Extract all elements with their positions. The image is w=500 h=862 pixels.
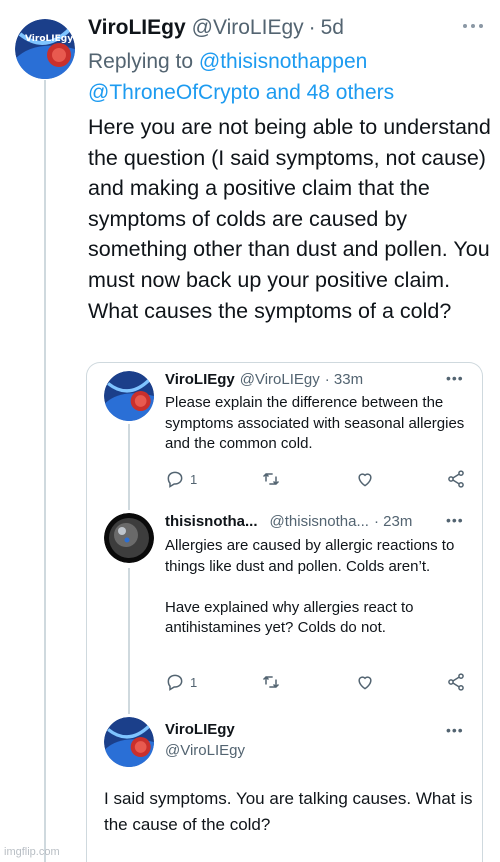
thread-line	[128, 424, 130, 510]
replying-others-link[interactable]: and 48 others	[260, 81, 394, 104]
quote-body: Please explain the difference between th…	[165, 394, 465, 452]
thread-line	[128, 568, 130, 714]
author-name[interactable]: thisisnotha...	[165, 513, 258, 530]
svg-text:ViroLIEgy: ViroLIEgy	[25, 34, 73, 44]
author-name[interactable]: ViroLIEgy	[165, 721, 235, 738]
more-horizontal-icon[interactable]: •••	[446, 512, 464, 528]
quote-header: ViroLIEgy	[165, 721, 235, 738]
quote-body: I said symptoms. You are talking causes.…	[104, 789, 473, 834]
reply-icon	[167, 674, 183, 691]
retweet-button[interactable]	[261, 672, 281, 692]
share-icon	[448, 673, 464, 691]
avatar[interactable]	[104, 717, 154, 767]
author-name[interactable]: ViroLIEgy	[165, 371, 235, 388]
replying-link-1[interactable]: @thisisnothappen	[199, 50, 367, 73]
author-handle[interactable]: @thisisnotha...	[270, 513, 369, 530]
heart-icon	[358, 473, 372, 487]
avatar[interactable]	[104, 513, 154, 563]
share-button[interactable]	[446, 469, 466, 489]
like-button[interactable]	[355, 469, 375, 489]
more-horizontal-icon[interactable]: •••	[446, 370, 464, 386]
tweet-body: Here you are not being able to understan…	[88, 115, 491, 323]
share-button[interactable]	[446, 672, 466, 692]
thread-line	[44, 80, 46, 862]
more-horizontal-icon[interactable]: •••	[446, 722, 464, 738]
reply-icon	[167, 471, 183, 488]
author-handle[interactable]: @ViroLIEgy	[192, 16, 304, 40]
retweet-icon	[262, 675, 280, 689]
retweet-icon	[262, 472, 280, 486]
like-button[interactable]	[355, 672, 375, 692]
quote-header: thisisnotha... @thisisnotha... · 23m	[165, 513, 412, 530]
avatar[interactable]: ViroLIEgy	[15, 19, 75, 79]
reply-button[interactable]: 1	[165, 672, 197, 692]
reply-button[interactable]: 1	[165, 469, 197, 489]
quote-header: ViroLIEgy @ViroLIEgy · 33m	[165, 371, 363, 388]
reply-count: 1	[190, 674, 198, 690]
timestamp[interactable]: 5d	[321, 16, 344, 40]
action-bar: 1	[165, 672, 470, 694]
author-handle[interactable]: @ViroLIEgy	[240, 371, 320, 388]
replying-to: Replying to @thisisnothappen @ThroneOfCr…	[88, 46, 488, 108]
separator-dot: ·	[308, 16, 316, 39]
replying-link-2[interactable]: @ThroneOfCrypto	[88, 81, 260, 104]
timestamp[interactable]: · 33m	[325, 371, 363, 388]
tweet-header: ViroLIEgy @ViroLIEgy · 5d	[88, 16, 488, 46]
retweet-button[interactable]	[261, 469, 281, 489]
more-horizontal-icon[interactable]	[461, 19, 485, 33]
action-bar: 1	[165, 469, 470, 491]
avatar[interactable]	[104, 371, 154, 421]
author-handle[interactable]: @ViroLIEgy	[165, 742, 245, 759]
reply-count: 1	[190, 471, 198, 487]
watermark: imgflip.com	[4, 846, 60, 858]
quote-body: Allergies are caused by allergic reactio…	[165, 537, 455, 636]
heart-icon	[358, 676, 372, 690]
author-name[interactable]: ViroLIEgy	[88, 16, 186, 40]
timestamp[interactable]: · 23m	[374, 513, 412, 530]
share-icon	[448, 470, 464, 488]
replying-prefix: Replying to	[88, 50, 199, 73]
